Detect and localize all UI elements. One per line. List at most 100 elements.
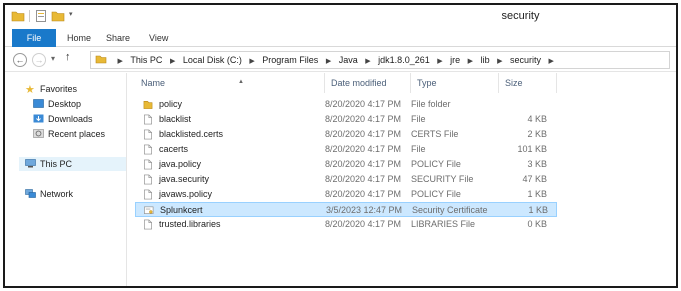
tab-share[interactable]: Share — [106, 29, 130, 47]
file-size: 0 KB — [527, 219, 547, 229]
file-icon — [144, 114, 152, 125]
explorer-window: ▾ security File Home Share View ← → ▾ ↑ … — [3, 3, 678, 288]
file-name: cacerts — [159, 144, 189, 154]
nav-favorites-label: Favorites — [40, 84, 78, 94]
breadcrumb-chevron-icon[interactable]: ▶ — [497, 54, 502, 70]
tab-home[interactable]: Home — [67, 29, 91, 47]
tab-file[interactable]: File — [12, 29, 56, 47]
file-size: 47 KB — [522, 174, 547, 184]
file-row[interactable]: policy 8/20/2020 4:17 PM File folder — [135, 97, 557, 112]
file-icon — [144, 174, 152, 185]
file-type: File folder — [411, 99, 451, 109]
column-header-type[interactable]: Type — [411, 73, 499, 93]
file-row[interactable]: javaws.policy 8/20/2020 4:17 PM POLICY Fil… — [135, 187, 557, 202]
navigation-bar: ← → ▾ ↑ ▶ This PC ▶ Local Disk (C:) ▶ Pr… — [5, 48, 676, 72]
sort-ascending-icon: ▲ — [238, 79, 244, 85]
file-name: trusted.libraries — [159, 219, 221, 229]
breadcrumb-chevron-icon[interactable]: ▶ — [170, 54, 175, 70]
file-size: 4 KB — [527, 114, 547, 124]
breadcrumb-chevron-icon[interactable]: ▶ — [118, 54, 123, 70]
back-button[interactable]: ← — [13, 53, 27, 67]
file-type: File — [411, 144, 426, 154]
nav-network[interactable]: Network — [25, 187, 73, 201]
nav-network-label: Network — [40, 189, 74, 199]
breadcrumb-chevron-icon[interactable]: ▶ — [437, 54, 442, 70]
file-row[interactable]: java.policy 8/20/2020 4:17 PM POLICY File 3… — [135, 157, 557, 172]
certificate-icon — [144, 206, 154, 214]
file-type: POLICY File — [411, 159, 461, 169]
file-type: LIBRARIES File — [411, 219, 476, 229]
network-icon — [25, 189, 36, 198]
file-type: CERTS File — [411, 129, 459, 139]
file-size: 2 KB — [527, 129, 547, 139]
file-name: java.security — [159, 174, 210, 184]
breadcrumb-chevron-icon[interactable]: ▶ — [326, 54, 331, 70]
ribbon-tabs: File Home Share View — [5, 29, 676, 47]
downloads-icon — [33, 114, 44, 123]
file-type: POLICY File — [411, 189, 461, 199]
nav-recent-places-label: Recent places — [48, 129, 106, 139]
breadcrumb-chevron-icon[interactable]: ▶ — [249, 54, 254, 70]
file-name: java.policy — [159, 159, 202, 169]
nav-desktop-label: Desktop — [48, 99, 82, 109]
breadcrumb-this-pc[interactable]: This PC — [130, 52, 162, 68]
breadcrumb-security[interactable]: security — [510, 52, 541, 68]
file-icon — [144, 219, 152, 230]
folder-icon — [143, 101, 153, 109]
breadcrumb-lib[interactable]: lib — [481, 52, 490, 68]
computer-icon — [25, 159, 36, 168]
column-header-size[interactable]: Size — [499, 73, 557, 93]
recent-places-icon — [33, 129, 44, 138]
breadcrumb-chevron-icon[interactable]: ▶ — [365, 54, 370, 70]
breadcrumb-jdk[interactable]: jdk1.8.0_261 — [378, 52, 430, 68]
file-row[interactable]: blacklist 8/20/2020 4:17 PM File 4 KB — [135, 112, 557, 127]
file-date-modified: 3/5/2023 12:47 PM — [326, 205, 403, 215]
window-title: security — [5, 10, 676, 22]
file-date-modified: 8/20/2020 4:17 PM — [325, 219, 402, 229]
breadcrumb-local-disk[interactable]: Local Disk (C:) — [183, 52, 242, 68]
nav-favorites[interactable]: ★ Favorites — [25, 82, 77, 96]
column-header-date-label: Date modified — [331, 78, 387, 88]
column-header-name-label: Name — [141, 78, 166, 88]
file-date-modified: 8/20/2020 4:17 PM — [325, 129, 402, 139]
breadcrumb-jre[interactable]: jre — [450, 52, 460, 68]
file-date-modified: 8/20/2020 4:17 PM — [325, 174, 402, 184]
column-header-type-label: Type — [417, 78, 437, 88]
navigation-pane: ★ Favorites Desktop Downloads Recent plac… — [5, 73, 127, 286]
breadcrumb-chevron-icon[interactable]: ▶ — [468, 54, 473, 70]
nav-downloads-label: Downloads — [48, 114, 93, 124]
file-icon — [144, 144, 152, 155]
up-arrow-icon[interactable]: ↑ — [65, 51, 71, 63]
column-header-date[interactable]: Date modified — [325, 73, 411, 93]
file-row[interactable]: trusted.libraries 8/20/2020 4:17 PM LIBRAR… — [135, 217, 557, 232]
nav-desktop[interactable]: Desktop — [33, 97, 81, 111]
file-name: blacklisted.certs — [159, 129, 224, 139]
file-row[interactable]: blacklisted.certs 8/20/2020 4:17 PM CERTS … — [135, 127, 557, 142]
nav-this-pc[interactable]: This PC — [19, 157, 126, 171]
file-row[interactable]: cacerts 8/20/2020 4:17 PM File 101 KB — [135, 142, 557, 157]
desktop-icon — [33, 99, 44, 108]
forward-button[interactable]: → — [32, 53, 46, 67]
file-date-modified: 8/20/2020 4:17 PM — [325, 99, 402, 109]
file-size: 101 KB — [517, 144, 547, 154]
window-title-text: security — [501, 10, 540, 22]
tab-view[interactable]: View — [149, 29, 168, 47]
breadcrumb-program-files[interactable]: Program Files — [262, 52, 318, 68]
title-bar: ▾ security — [5, 5, 676, 29]
recent-locations-chevron-icon[interactable]: ▾ — [51, 54, 55, 63]
back-arrow-icon: ← — [15, 55, 25, 65]
nav-recent-places[interactable]: Recent places — [33, 127, 105, 141]
star-icon: ★ — [25, 84, 35, 96]
breadcrumb-java[interactable]: Java — [339, 52, 358, 68]
forward-arrow-icon: → — [34, 55, 44, 65]
file-icon — [144, 159, 152, 170]
nav-downloads[interactable]: Downloads — [33, 112, 93, 126]
breadcrumb-chevron-icon[interactable]: ▶ — [549, 54, 554, 70]
file-date-modified: 8/20/2020 4:17 PM — [325, 144, 402, 154]
file-row[interactable]: java.security 8/20/2020 4:17 PM SECURITY F… — [135, 172, 557, 187]
column-header-name[interactable]: ▲ Name — [135, 73, 325, 93]
file-row[interactable]: Splunkcert 3/5/2023 12:47 PM Security Cert… — [135, 202, 557, 217]
address-bar[interactable]: ▶ This PC ▶ Local Disk (C:) ▶ Program Fi… — [90, 51, 670, 69]
file-date-modified: 8/20/2020 4:17 PM — [325, 159, 402, 169]
file-name: javaws.policy — [159, 189, 213, 199]
